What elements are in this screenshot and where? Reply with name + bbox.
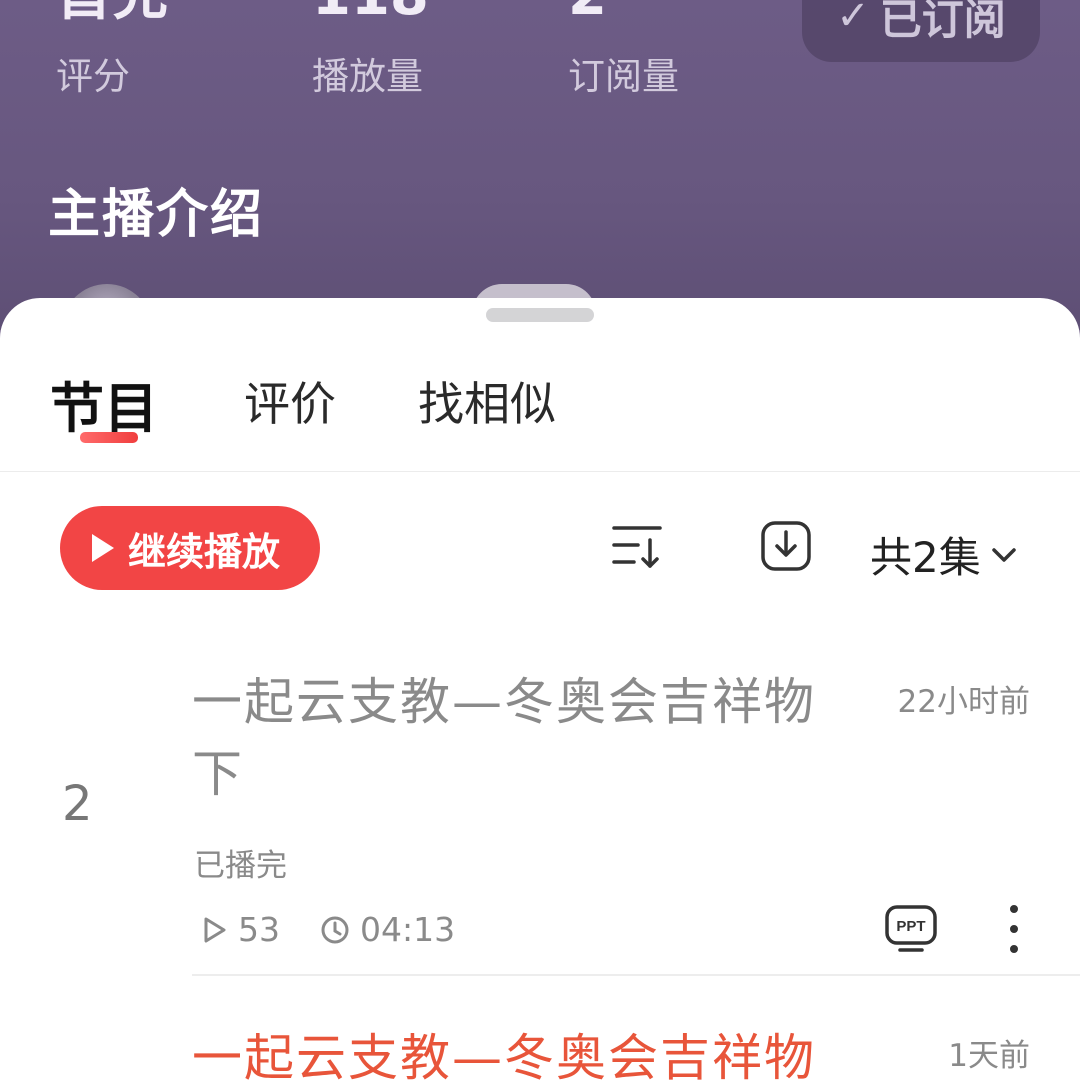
more-options-icon[interactable] bbox=[1004, 902, 1024, 960]
continue-play-button[interactable]: 继续播放 bbox=[60, 506, 320, 590]
episode-time: 1天前 bbox=[948, 1038, 1030, 1074]
episode-time: 22小时前 bbox=[897, 684, 1030, 720]
stat-rating-label: 评分 bbox=[56, 55, 130, 98]
subscribed-label: 已订阅 bbox=[879, 0, 1006, 44]
episode-number: 2 bbox=[62, 776, 93, 832]
tab-bar: 节目 评价 找相似 bbox=[0, 298, 1080, 472]
stat-subscribers-value: 2 bbox=[568, 0, 607, 24]
host-intro-title: 主播介绍 bbox=[48, 185, 265, 245]
tab-find-similar[interactable]: 找相似 bbox=[418, 368, 556, 434]
tab-reviews[interactable]: 评价 bbox=[244, 368, 336, 434]
stat-plays-label: 播放量 bbox=[312, 55, 423, 98]
tab-active-indicator bbox=[80, 432, 138, 443]
content-sheet: 节目 评价 找相似 继续播放 共2集 2 一起云支教—冬奥会吉祥物下 22小时前… bbox=[0, 298, 1080, 1083]
ppt-icon[interactable]: PPT bbox=[884, 904, 938, 958]
episode-count-selector[interactable]: 共2集 bbox=[870, 524, 1019, 585]
sort-icon[interactable] bbox=[610, 520, 666, 576]
ppt-label: PPT bbox=[896, 918, 925, 935]
stat-plays-value: 118 bbox=[312, 0, 429, 24]
continue-play-label: 继续播放 bbox=[128, 529, 281, 574]
episode-title[interactable]: 一起云支教—冬奥会吉祥物下 bbox=[192, 666, 832, 810]
play-count: 53 bbox=[238, 910, 280, 949]
check-icon: ✓ bbox=[836, 0, 870, 39]
play-icon bbox=[92, 534, 114, 562]
episode-status: 已播完 bbox=[194, 848, 287, 884]
episode-title-current[interactable]: 一起云支教—冬奥会吉祥物 bbox=[192, 1022, 892, 1083]
download-icon[interactable] bbox=[760, 520, 812, 576]
chevron-down-icon bbox=[991, 547, 1016, 562]
album-header: 首充 评分 118 播放量 2 订阅量 ✓ 已订阅 主播介绍 bbox=[0, 0, 1080, 330]
play-count-icon bbox=[204, 917, 226, 942]
episode-meta: 53 04:13 bbox=[200, 910, 495, 949]
episode-count-label: 共2集 bbox=[870, 533, 981, 582]
stat-subscribers-label: 订阅量 bbox=[568, 55, 679, 98]
stat-rating-value: 首充 bbox=[56, 0, 168, 24]
duration: 04:13 bbox=[360, 910, 456, 949]
subscribed-button[interactable]: ✓ 已订阅 bbox=[802, 0, 1040, 62]
episode-divider bbox=[192, 974, 1080, 976]
clock-icon bbox=[321, 916, 349, 943]
